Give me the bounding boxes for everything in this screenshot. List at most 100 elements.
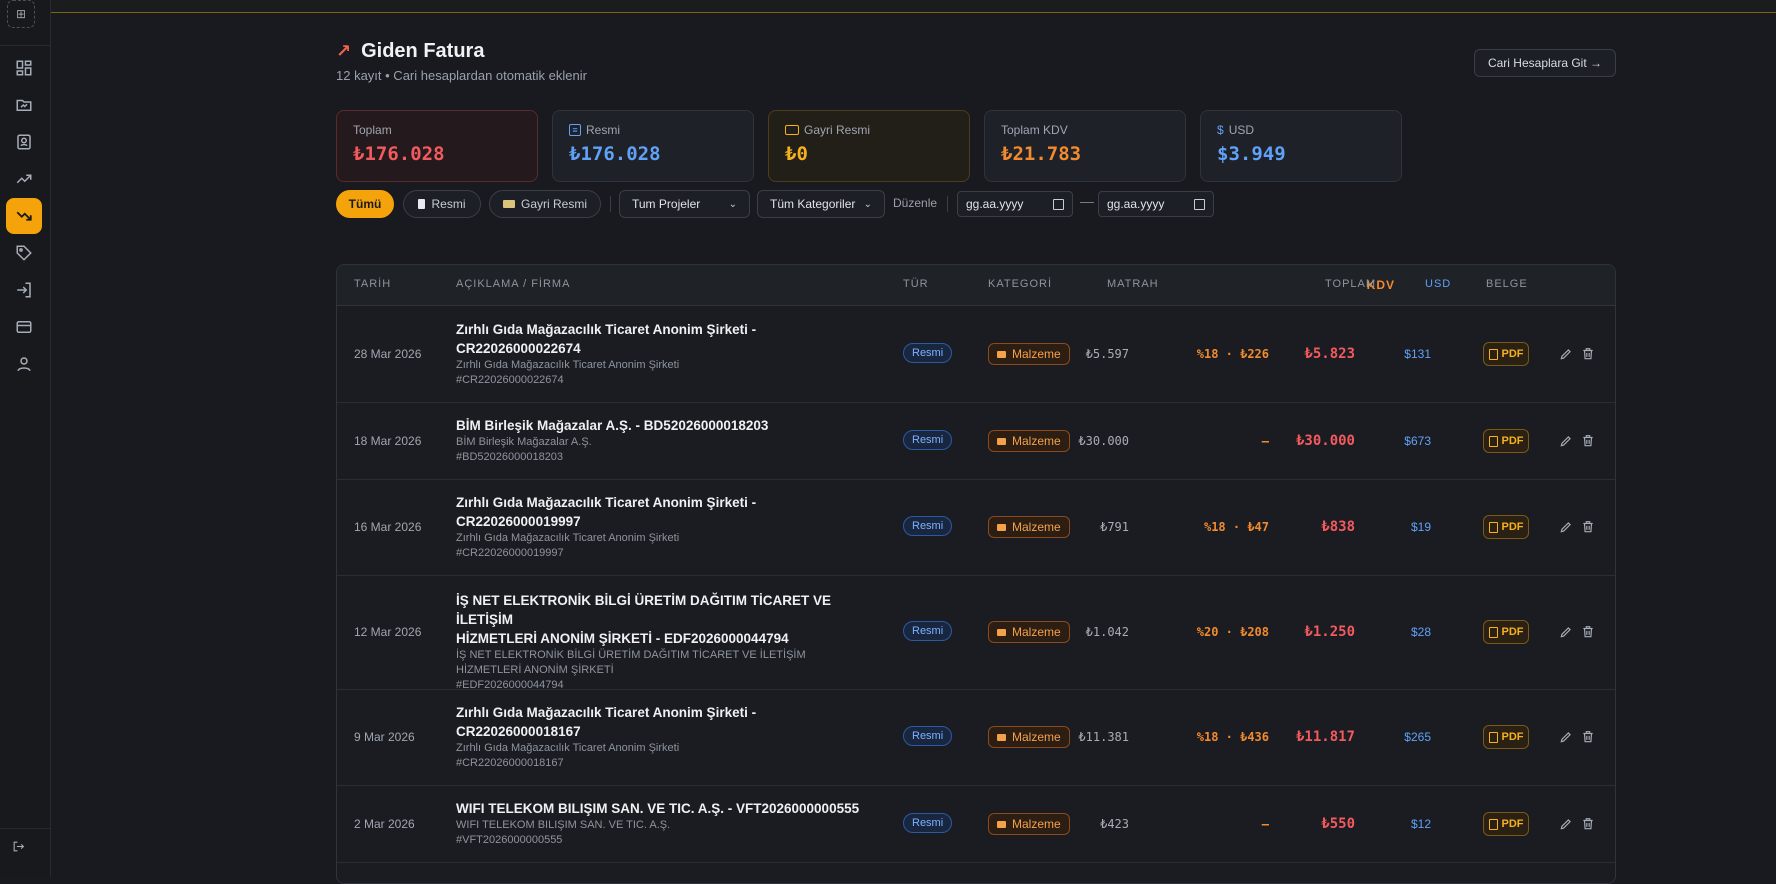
category-select[interactable]: Tüm Kategoriler ⌄ bbox=[757, 190, 885, 218]
pdf-label: PDF bbox=[1501, 626, 1524, 638]
row-description[interactable]: Zırhlı Gıda Mağazacılık Ticaret Anonim Ş… bbox=[456, 493, 876, 561]
cari-accounts-button[interactable]: Cari Hesaplara Git → bbox=[1474, 49, 1616, 77]
trash-icon bbox=[1583, 731, 1593, 743]
calendar-icon bbox=[1194, 198, 1205, 210]
date-to-input[interactable]: gg.aa.yyyy bbox=[1098, 191, 1214, 217]
edit-button[interactable] bbox=[1559, 520, 1573, 537]
pdf-button[interactable]: PDF bbox=[1483, 429, 1529, 453]
row-company: BİM Birleşik Mağazalar A.Ş. bbox=[456, 436, 592, 448]
sidebar-item-contacts[interactable] bbox=[6, 124, 42, 160]
sidebar-item-profile[interactable] bbox=[6, 346, 42, 382]
pdf-label: PDF bbox=[1501, 435, 1524, 447]
project-select-value: Tum Projeler bbox=[632, 197, 701, 211]
delete-button[interactable] bbox=[1581, 625, 1595, 642]
logout-button[interactable] bbox=[6, 834, 30, 858]
brick-icon bbox=[997, 350, 1006, 358]
row-company: Zırhlı Gıda Mağazacılık Ticaret Anonim Ş… bbox=[456, 742, 680, 754]
edit-button[interactable] bbox=[1559, 625, 1573, 642]
table-row[interactable]: 18 Mar 2026 BİM Birleşik Mağazalar A.Ş. -… bbox=[337, 402, 1615, 480]
row-company: İŞ NET ELEKTRONİK BİLGİ ÜRETİM DAĞITIM T… bbox=[456, 649, 806, 661]
pencil-icon bbox=[1560, 349, 1571, 360]
row-title-cont: CR22026000019997 bbox=[456, 514, 581, 529]
pdf-button[interactable]: PDF bbox=[1483, 515, 1529, 539]
delete-button[interactable] bbox=[1581, 817, 1595, 834]
row-date: 16 Mar 2026 bbox=[354, 520, 422, 534]
type-badge: Resmi bbox=[903, 726, 953, 746]
col-document[interactable]: BELGE bbox=[1486, 278, 1528, 290]
table-row[interactable]: 2 Mar 2026 WIFI TELEKOM BILIŞIM SAN. VE T… bbox=[337, 785, 1615, 863]
row-description[interactable]: Zırhlı Gıda Mağazacılık Ticaret Anonim Ş… bbox=[456, 320, 876, 388]
edit-button[interactable] bbox=[1559, 730, 1573, 747]
date-from-placeholder: gg.aa.yyyy bbox=[966, 197, 1024, 211]
sidebar-item-import[interactable] bbox=[6, 272, 42, 308]
delete-button[interactable] bbox=[1581, 347, 1595, 364]
cash-icon bbox=[502, 200, 515, 208]
col-type[interactable]: TÜR bbox=[903, 278, 929, 290]
col-date[interactable]: TARİH bbox=[354, 278, 391, 290]
import-icon bbox=[17, 282, 31, 298]
col-total[interactable]: TOPLAM bbox=[1325, 278, 1376, 290]
trend-down-icon bbox=[16, 211, 32, 221]
app-logo-icon[interactable]: ⊞ bbox=[7, 0, 35, 28]
edit-button[interactable] bbox=[1559, 347, 1573, 364]
summary-label-row: Gayri Resmi bbox=[785, 123, 953, 137]
edit-link[interactable]: Düzenle bbox=[893, 196, 937, 210]
date-from-input[interactable]: gg.aa.yyyy bbox=[957, 191, 1073, 217]
sidebar-item-expense[interactable] bbox=[6, 198, 42, 234]
file-icon bbox=[1488, 521, 1498, 533]
col-description[interactable]: AÇIKLAMA / FİRMA bbox=[456, 278, 570, 290]
pdf-label: PDF bbox=[1501, 731, 1524, 743]
sidebar-divider bbox=[0, 828, 50, 829]
table-row[interactable]: 28 Mar 2026 Zırhlı Gıda Mağazacılık Ticar… bbox=[337, 306, 1615, 403]
row-description[interactable]: Zırhlı Gıda Mağazacılık Ticaret Anonim Ş… bbox=[456, 703, 876, 771]
filter-all-button[interactable]: Tümü bbox=[336, 190, 394, 218]
summary-label: Toplam bbox=[353, 123, 392, 137]
col-category[interactable]: KATEGORİ bbox=[988, 278, 1052, 290]
filter-official-label: Resmi bbox=[431, 197, 466, 211]
filter-unofficial-button[interactable]: Gayri Resmi bbox=[489, 190, 601, 218]
row-description[interactable]: WIFI TELEKOM BILIŞIM SAN. VE TIC. A.Ş. -… bbox=[456, 799, 876, 848]
pdf-button[interactable]: PDF bbox=[1483, 342, 1529, 366]
page-subtitle: 12 kayıt • Cari hesaplardan otomatik ekl… bbox=[336, 68, 587, 83]
calendar-icon bbox=[1053, 198, 1064, 210]
sidebar-item-income[interactable] bbox=[6, 161, 42, 197]
row-invoice-number: #VFT2026000000555 bbox=[456, 834, 563, 846]
edit-button[interactable] bbox=[1559, 434, 1573, 451]
pdf-button[interactable]: PDF bbox=[1483, 812, 1529, 836]
table-row[interactable]: 12 Mar 2026 İŞ NET ELEKTRONİK BİLGİ ÜRETİ… bbox=[337, 575, 1615, 693]
trash-icon bbox=[1583, 435, 1593, 447]
row-base: ₺423 bbox=[1100, 817, 1129, 831]
row-invoice-number: #CR22026000022674 bbox=[456, 374, 564, 386]
col-usd[interactable]: USD bbox=[1425, 278, 1451, 290]
pdf-button[interactable]: PDF bbox=[1483, 725, 1529, 749]
table-row[interactable]: 16 Mar 2026 Zırhlı Gıda Mağazacılık Ticar… bbox=[337, 479, 1615, 576]
sidebar-item-tags[interactable] bbox=[6, 235, 42, 271]
project-select[interactable]: Tum Projeler ⌄ bbox=[619, 190, 750, 218]
row-usd: $19 bbox=[1410, 520, 1431, 534]
delete-button[interactable] bbox=[1581, 520, 1595, 537]
summary-card-usd: $ USD $3.949 bbox=[1200, 110, 1402, 182]
file-icon bbox=[1488, 435, 1498, 447]
row-description[interactable]: İŞ NET ELEKTRONİK BİLGİ ÜRETİM DAĞITIM T… bbox=[456, 591, 876, 693]
pencil-icon bbox=[1560, 819, 1571, 830]
pdf-label: PDF bbox=[1501, 348, 1524, 360]
row-description[interactable]: BİM Birleşik Mağazalar A.Ş. - BD52026000… bbox=[456, 416, 876, 465]
sidebar-item-cards[interactable] bbox=[6, 309, 42, 345]
delete-button[interactable] bbox=[1581, 434, 1595, 451]
filter-official-button[interactable]: Resmi bbox=[403, 190, 481, 218]
col-base[interactable]: MATRAH bbox=[1107, 278, 1159, 290]
sidebar-item-dashboard[interactable] bbox=[6, 50, 42, 86]
row-company: Zırhlı Gıda Mağazacılık Ticaret Anonim Ş… bbox=[456, 532, 680, 544]
summary-label: USD bbox=[1228, 123, 1255, 137]
summary-card-total: Toplam ₺176.028 bbox=[336, 110, 538, 182]
edit-button[interactable] bbox=[1559, 817, 1573, 834]
trash-icon bbox=[1583, 521, 1593, 533]
sidebar-item-projects[interactable] bbox=[6, 87, 42, 123]
pencil-icon bbox=[1560, 522, 1571, 533]
brick-icon bbox=[997, 437, 1006, 445]
table-row[interactable]: 9 Mar 2026 Zırhlı Gıda Mağazacılık Ticare… bbox=[337, 689, 1615, 786]
delete-button[interactable] bbox=[1581, 730, 1595, 747]
pdf-button[interactable]: PDF bbox=[1483, 620, 1529, 644]
date-separator: — bbox=[1080, 193, 1094, 209]
row-total: ₺550 bbox=[1321, 816, 1355, 832]
